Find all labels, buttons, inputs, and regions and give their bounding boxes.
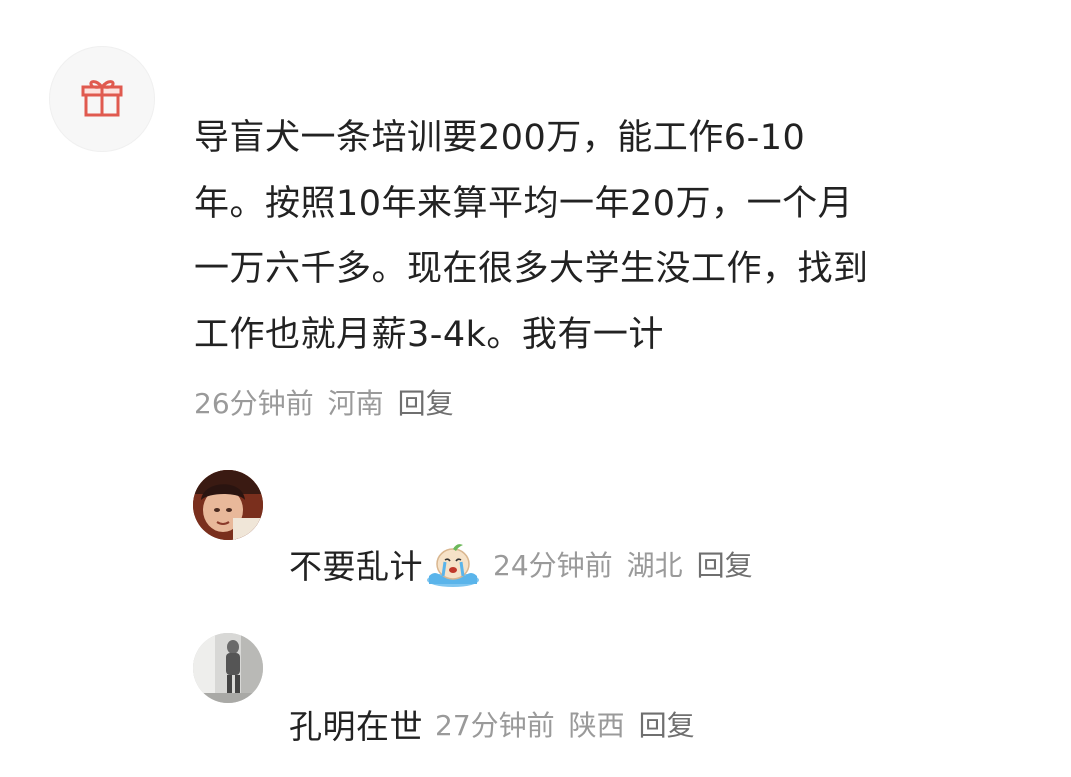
reply-avatar[interactable]: [193, 470, 263, 540]
avatar-photo: [193, 470, 263, 540]
reply-meta: 24分钟前 湖北 回复: [493, 544, 753, 584]
comment-line: 一万六千多。现在很多大学生没工作，找到: [194, 249, 869, 289]
crying-emoji-icon: [425, 540, 481, 588]
reply-item: 不要乱计 24分钟前 湖北 回复: [289, 540, 753, 588]
reply-time: 27分钟前: [435, 709, 555, 742]
comment-line: 工作也就月薪3-4k。我有一计: [194, 314, 664, 355]
reply-button[interactable]: 回复: [398, 382, 454, 422]
commenter-avatar[interactable]: [49, 46, 155, 152]
reply-button[interactable]: 回复: [639, 704, 695, 744]
gift-icon: [80, 75, 124, 123]
reply-location: 陕西: [568, 709, 625, 742]
reply-item: 孔明在世 27分钟前 陕西 回复: [289, 700, 695, 748]
reply-location: 湖北: [626, 549, 683, 582]
reply-meta: 27分钟前 陕西 回复: [435, 704, 695, 744]
reply-avatar[interactable]: [193, 633, 263, 703]
comment-time: 26分钟前: [194, 387, 314, 420]
reply-text: 孔明在世: [289, 707, 423, 746]
comment-meta: 26分钟前 河南 回复: [194, 382, 454, 422]
reply-text: 不要乱计: [289, 547, 423, 586]
avatar-photo: [193, 633, 263, 703]
reply-button[interactable]: 回复: [697, 544, 753, 584]
comment-location: 河南: [327, 387, 384, 420]
reply-time: 24分钟前: [493, 549, 613, 582]
comment-body: 导盲犬一条培训要200万，能工作6-10 年。按照10年来算平均一年20万，一个…: [194, 106, 1029, 368]
comment-line: 导盲犬一条培训要200万，能工作6-10: [194, 118, 806, 158]
comment-line: 年。按照10年来算平均一年20万，一个月: [194, 183, 854, 224]
